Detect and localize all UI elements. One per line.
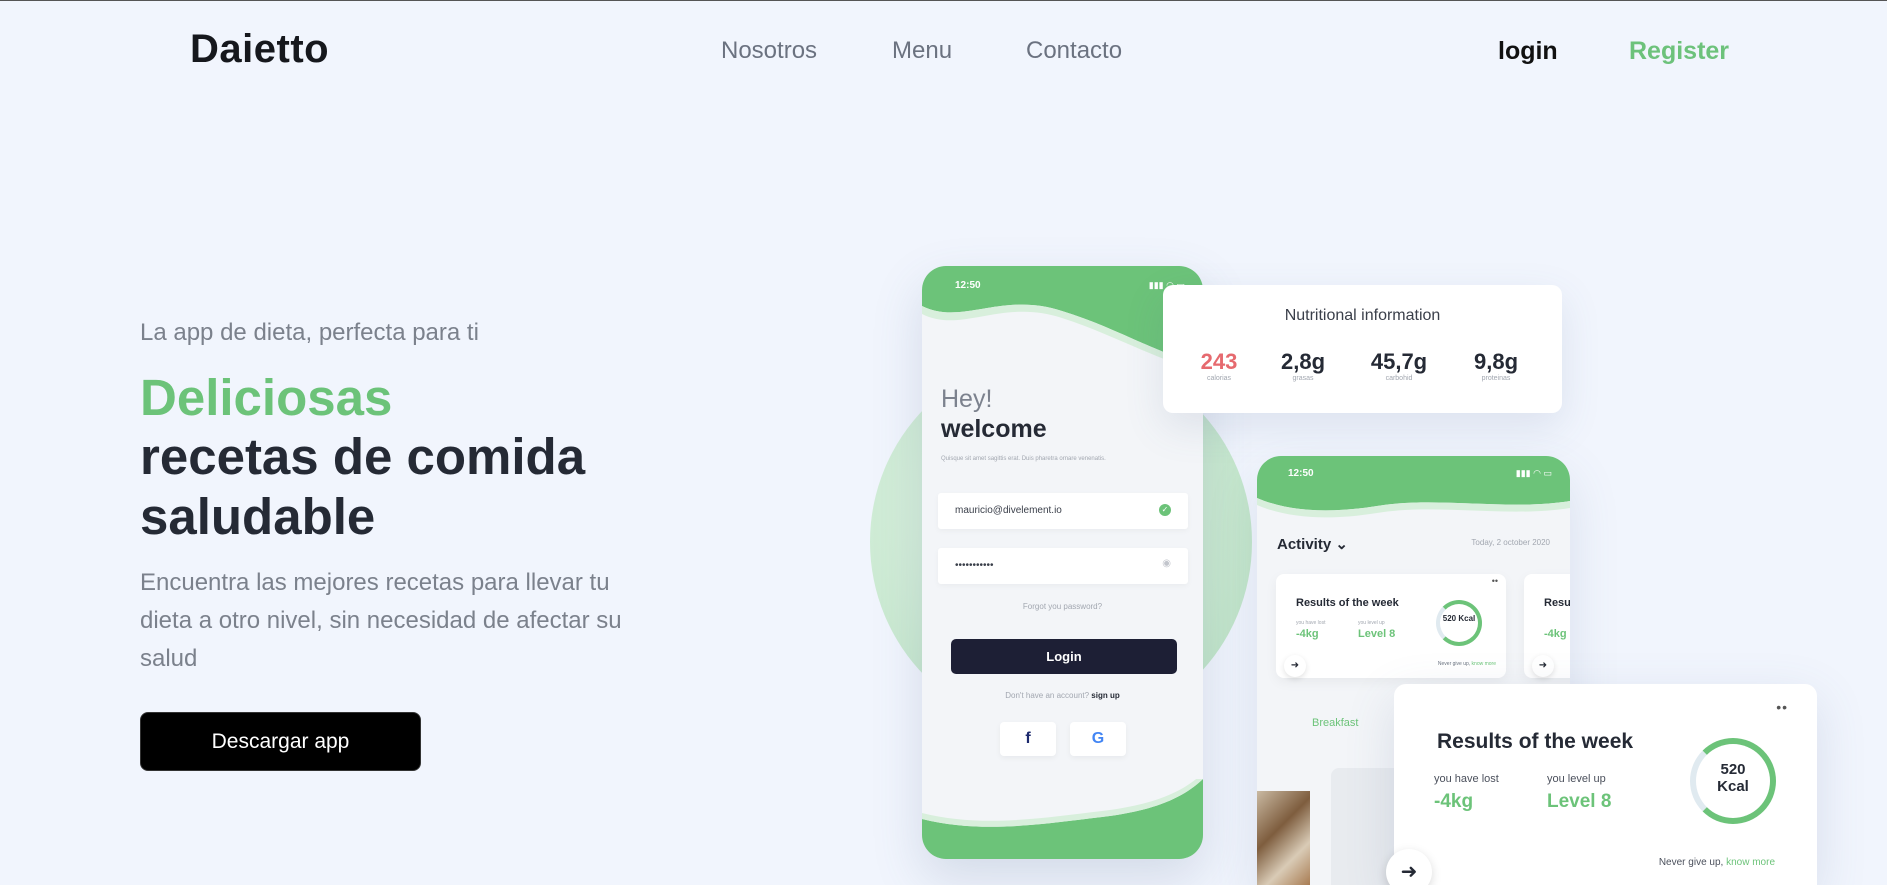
hero-description: Encuentra las mejores recetas para lleva… [140, 569, 622, 672]
eye-icon: ◉ [1162, 558, 1171, 569]
email-field: mauricio@divelement.io ✓ [938, 493, 1188, 529]
signup-link: sign up [1091, 691, 1120, 700]
mini-results-card: •• Results of the week you have lost -4k… [1276, 574, 1506, 678]
results-footer: Never give up, know more [1658, 857, 1775, 868]
mini-card-footer: Never give up, know more [1437, 661, 1496, 667]
password-value: ••••••••••• [955, 560, 994, 571]
lost-value: -4kg [1296, 628, 1319, 640]
welcome-text: welcome [941, 415, 1047, 443]
welcome-subtext: Quisque sit amet sagittis erat. Duis pha… [941, 456, 1106, 462]
kcal-value: 520 [1720, 761, 1746, 778]
mock-login-button: Login [951, 639, 1177, 674]
status-time: 12:50 [1288, 468, 1314, 479]
results-card: •• Results of the week you have lost -4k… [1386, 684, 1817, 885]
nutrition-item: 45,7g carbohid [1359, 349, 1439, 382]
activity-title: Activity ⌄ [1277, 536, 1348, 553]
password-field: ••••••••••• ◉ [938, 548, 1188, 584]
chevron-down-icon: ⌄ [1335, 536, 1348, 553]
calories-value: 243 [1200, 349, 1238, 374]
mini-results-card: Resu -4kg ➜ [1524, 574, 1570, 678]
results-title: Results of the week [1437, 730, 1634, 753]
lost-label: you have lost [1296, 620, 1326, 626]
login-link[interactable]: login [1498, 37, 1558, 66]
nutrition-item: 2,8g grasas [1263, 349, 1343, 382]
lost-value: -4kg [1434, 791, 1474, 812]
hero-headline-accent: Deliciosas [140, 369, 393, 426]
dots-icon: •• [1491, 576, 1498, 586]
activity-date: Today, 2 october 2020 [1471, 538, 1550, 547]
kcal-unit: Kcal [1717, 778, 1749, 795]
kcal-ring: 520 Kcal [1436, 600, 1482, 646]
level-label: you level up [1547, 773, 1606, 785]
protein-value: 9,8g [1473, 349, 1519, 374]
nav-link-menu[interactable]: Menu [892, 37, 952, 65]
signup-prompt: Don't have an account? sign up [922, 691, 1203, 700]
hero-headline: recetas de comida saludable [140, 428, 586, 545]
level-value: Level 8 [1358, 628, 1396, 640]
fat-label: grasas [1292, 375, 1314, 382]
email-value: mauricio@divelement.io [955, 505, 1062, 516]
nutrition-card: Nutritional information 243 calorias 2,8… [1163, 285, 1562, 413]
calories-label: calorias [1206, 375, 1232, 382]
arrow-right-icon: ➜ [1284, 655, 1306, 677]
status-time: 12:50 [955, 280, 981, 291]
carbs-label: carbohid [1385, 375, 1413, 382]
phone-footer-wave [922, 779, 1203, 859]
fat-value: 2,8g [1280, 349, 1326, 374]
google-icon: G [1070, 722, 1126, 756]
lost-value: -4kg [1544, 628, 1567, 640]
more-dots-icon: •• [1776, 699, 1788, 715]
facebook-icon: f [1000, 722, 1056, 756]
nutrition-item: 9,8g proteinas [1456, 349, 1536, 382]
arrow-right-icon: ➜ [1386, 849, 1432, 885]
register-link[interactable]: Register [1629, 37, 1729, 66]
level-value: Level 8 [1547, 791, 1612, 812]
brand-logo[interactable]: Daietto [190, 27, 329, 72]
kcal-ring: 520 Kcal [1690, 738, 1776, 824]
arrow-right-icon: ➜ [1532, 655, 1554, 677]
greeting-text: Hey! [941, 385, 993, 413]
signup-text: Don't have an account? [1005, 691, 1090, 700]
nutrition-item: 243 calorias [1179, 349, 1259, 382]
download-app-button[interactable]: Descargar app [140, 712, 421, 771]
phone-login-mockup: 12:50 ▮▮▮ ◠ ▭ Hey! welcome Quisque sit a… [922, 266, 1203, 859]
forgot-password-link: Forgot you password? [1022, 602, 1103, 611]
mini-card-title: Resu [1544, 597, 1570, 609]
food-image [1257, 791, 1310, 885]
breakfast-tab: Breakfast [1312, 717, 1359, 729]
activity-header-wave [1257, 456, 1570, 518]
level-label: you level up [1358, 620, 1385, 626]
protein-label: proteinas [1481, 375, 1511, 382]
nav-link-contacto[interactable]: Contacto [1026, 37, 1122, 65]
nutrition-title: Nutritional information [1284, 307, 1441, 324]
check-icon: ✓ [1159, 504, 1171, 516]
carbs-value: 45,7g [1370, 349, 1428, 374]
nav-link-nosotros[interactable]: Nosotros [721, 37, 817, 65]
status-icons: ▮▮▮ ◠ ▭ [1515, 468, 1552, 478]
hero-eyebrow: La app de dieta, perfecta para ti [140, 319, 479, 346]
mini-card-title: Results of the week [1296, 597, 1399, 609]
lost-label: you have lost [1434, 773, 1499, 785]
